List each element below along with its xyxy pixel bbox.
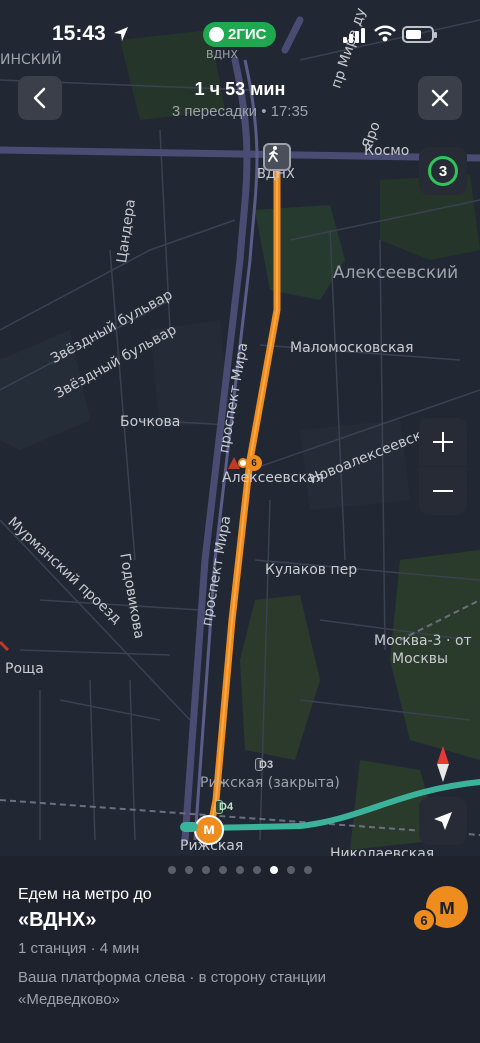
traffic-score: 3: [428, 156, 458, 186]
close-button[interactable]: [418, 76, 462, 120]
map-view[interactable]: ИНСКИЙ ВДНХ пр Мира ду Яро Космо ВДНХ Ал…: [0, 0, 480, 858]
close-icon: [431, 89, 449, 107]
zoom-in-button[interactable]: [419, 418, 467, 466]
navigation-arrow-icon: [434, 812, 452, 830]
route-summary: 3 пересадки • 17:35: [171, 103, 309, 120]
zoom-out-button[interactable]: [419, 467, 467, 515]
metro-start-marker[interactable]: м: [194, 815, 224, 845]
station-node[interactable]: 6: [227, 455, 263, 471]
status-time: 15:43: [52, 22, 106, 45]
compass-icon[interactable]: [425, 742, 461, 786]
district-label: Алексеевский: [333, 263, 459, 283]
step-platform-note: Ваша платформа слева · в сторону станции…: [18, 969, 327, 1008]
chevron-left-icon: [33, 87, 46, 109]
metro-line-number: 6: [412, 908, 436, 932]
minus-icon: [433, 490, 453, 492]
back-button[interactable]: [18, 76, 62, 120]
pager-dot[interactable]: [287, 866, 295, 874]
walking-person-icon: [268, 146, 278, 162]
d4-badge: D4: [215, 800, 233, 814]
street-label: Кулаков пер: [265, 562, 358, 578]
transfer-connector: [180, 822, 198, 832]
step-destination: «ВДНХ»: [18, 909, 97, 931]
location-arrow-icon: [114, 27, 128, 41]
street-label: Маломосковская: [290, 340, 414, 356]
pager-dot[interactable]: [253, 866, 261, 874]
step-action: Едем на метро до: [18, 886, 152, 903]
plus-icon: [433, 432, 453, 452]
line-6-badge: 6: [246, 455, 262, 471]
street-label: Бочкова: [120, 414, 181, 430]
pager-dot[interactable]: [270, 866, 278, 874]
walk-pin-icon[interactable]: [263, 143, 291, 171]
battery-icon: [402, 26, 437, 43]
brand-dog-icon: [209, 27, 224, 42]
pager-dot[interactable]: [202, 866, 210, 874]
station-label: Алексеевская: [222, 470, 324, 486]
wifi-icon: [374, 25, 396, 42]
cellular-signal-icon: [343, 28, 365, 43]
brand-pill[interactable]: 2ГИС: [203, 22, 277, 47]
pager-dot[interactable]: [168, 866, 176, 874]
map-label: Космо: [364, 143, 410, 159]
pager-dot[interactable]: [304, 866, 312, 874]
route-duration: 1 ч 53 мин: [194, 79, 286, 99]
my-location-button[interactable]: [419, 797, 467, 845]
step-pager[interactable]: [0, 866, 480, 874]
d3-badge: D3: [255, 758, 273, 771]
map-canvas: [0, 16, 480, 850]
brand-label: 2ГИС: [228, 26, 267, 43]
station-label: Москва-3 · от: [374, 633, 472, 649]
traffic-button[interactable]: 3: [419, 147, 467, 195]
pager-dot[interactable]: [219, 866, 227, 874]
station-label: Рижская (закрыта): [200, 775, 340, 791]
station-label: Москвы: [392, 651, 449, 667]
step-card[interactable]: Едем на метро до «ВДНХ» 1 станция · 4 ми…: [0, 856, 480, 1043]
metro-line-badge: м 6: [412, 886, 470, 936]
pager-dot[interactable]: [185, 866, 193, 874]
status-bar: 15:43 2ГИС: [0, 0, 480, 60]
district-label: Роща: [5, 661, 44, 677]
step-meta: 1 станция · 4 мин: [18, 940, 140, 957]
pager-dot[interactable]: [236, 866, 244, 874]
